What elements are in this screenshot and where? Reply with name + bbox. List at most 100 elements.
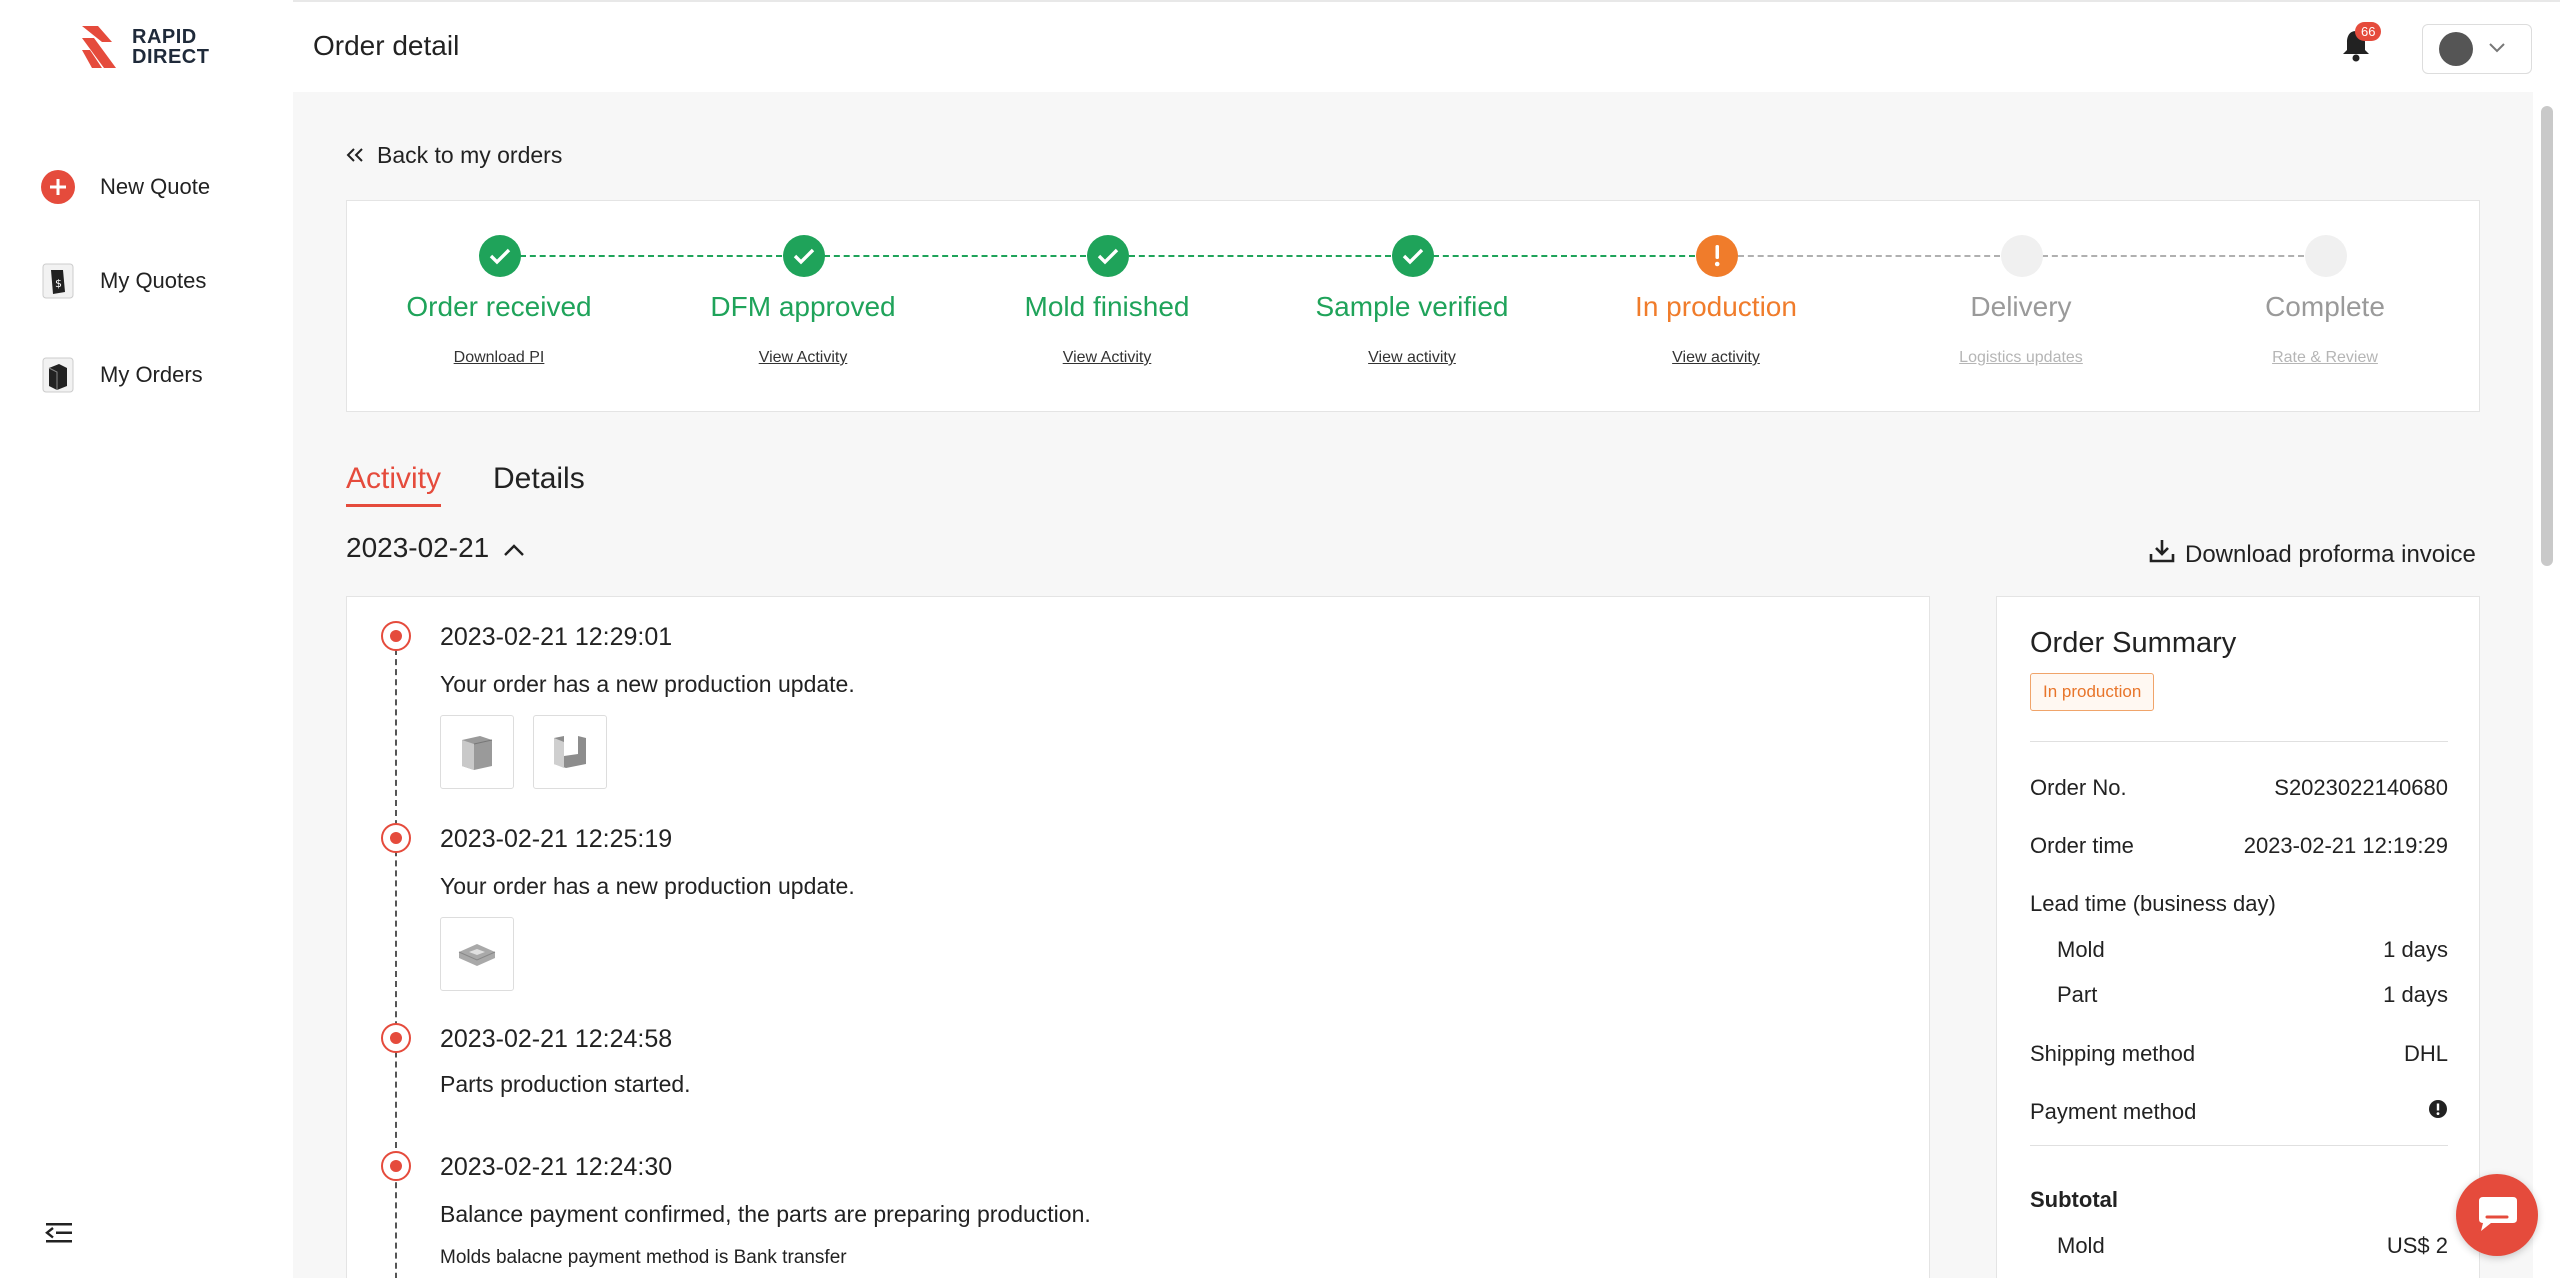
sidebar-nav: New Quote $ My Quotes My Orders bbox=[40, 140, 210, 422]
payment-method-label: Payment method bbox=[2030, 1099, 2197, 1124]
sidebar: RAPID DIRECT New Quote $ My Quotes My Or… bbox=[0, 0, 293, 1278]
view-activity-link[interactable]: View Activity bbox=[673, 349, 933, 367]
orders-doc-icon bbox=[40, 357, 76, 393]
avatar bbox=[2439, 32, 2473, 66]
order-number-label: Order No. bbox=[2030, 775, 2127, 800]
top-header: Order detail 66 bbox=[293, 0, 2560, 92]
rate-review-link[interactable]: Rate & Review bbox=[2195, 349, 2455, 367]
pending-step-icon bbox=[2001, 235, 2043, 277]
part-thumbnail[interactable] bbox=[440, 715, 514, 789]
divider bbox=[2030, 1145, 2448, 1146]
info-icon[interactable] bbox=[2428, 1099, 2448, 1125]
payment-method-row: Payment method bbox=[2030, 1099, 2448, 1125]
step-connector bbox=[1738, 255, 2000, 257]
subtotal-mold-value: US$ 2 bbox=[2386, 1233, 2448, 1258]
tab-details[interactable]: Details bbox=[493, 462, 585, 507]
logistics-updates-link[interactable]: Logistics updates bbox=[1891, 349, 2151, 367]
svg-text:$: $ bbox=[55, 277, 62, 290]
double-chevron-left-icon bbox=[345, 142, 365, 169]
tab-activity[interactable]: Activity bbox=[346, 462, 442, 507]
step-title: In production bbox=[1635, 291, 1797, 322]
subtotal-mold-row: Mold US$ 2 bbox=[2057, 1233, 2448, 1259]
step-connector bbox=[1433, 255, 1695, 257]
lead-time-row: Lead time (business day) bbox=[2030, 891, 2448, 917]
quotes-doc-icon: $ bbox=[40, 263, 76, 299]
date-group-toggle[interactable]: 2023-02-21 bbox=[346, 532, 525, 564]
entry-message: Parts production started. bbox=[440, 1071, 691, 1097]
entry-time: 2023-02-21 12:29:01 bbox=[440, 623, 673, 651]
chevron-down-icon bbox=[2489, 40, 2505, 58]
shipping-method-value: DHL bbox=[2403, 1041, 2448, 1066]
order-number-value: S2023022140680 bbox=[2274, 775, 2448, 800]
timeline-dot-icon bbox=[381, 1023, 411, 1053]
entry-message: Your order has a new production update. bbox=[440, 671, 855, 697]
subtotal-mold-label: Mold bbox=[2057, 1233, 2105, 1258]
part-thumbnail[interactable] bbox=[533, 715, 607, 789]
sidebar-item-new-quote[interactable]: New Quote bbox=[40, 140, 210, 234]
brand-name-line2: DIRECT bbox=[132, 46, 210, 68]
tab-bar: Activity Details bbox=[346, 462, 585, 507]
step-connector bbox=[824, 255, 1086, 257]
timeline-line bbox=[395, 639, 397, 1278]
part-model-icon bbox=[458, 944, 496, 966]
download-pi-link[interactable]: Download PI bbox=[369, 349, 629, 367]
download-proforma-invoice-button[interactable]: Download proforma invoice bbox=[2149, 538, 2476, 571]
step-title: Order received bbox=[406, 291, 592, 322]
pending-step-icon bbox=[2305, 235, 2347, 277]
activity-date: 2023-02-21 bbox=[346, 532, 490, 563]
sidebar-item-my-quotes[interactable]: $ My Quotes bbox=[40, 234, 210, 328]
order-number-row: Order No. S2023022140680 bbox=[2030, 775, 2448, 801]
view-activity-link[interactable]: View activity bbox=[1282, 349, 1542, 367]
summary-title: Order Summary bbox=[2030, 627, 2237, 659]
mold-lead-row: Mold 1 days bbox=[2057, 937, 2448, 963]
notification-badge: 66 bbox=[2355, 22, 2382, 41]
brand-logo[interactable]: RAPID DIRECT bbox=[80, 24, 209, 70]
entry-time: 2023-02-21 12:24:58 bbox=[440, 1025, 673, 1053]
mold-lead-label: Mold bbox=[2057, 937, 2105, 962]
part-lead-value: 1 days bbox=[2383, 982, 2448, 1007]
order-time-value: 2023-02-21 12:19:29 bbox=[2243, 833, 2448, 858]
part-model-icon bbox=[554, 736, 586, 768]
collapse-sidebar-icon[interactable] bbox=[44, 1218, 74, 1248]
scrollbar-thumb[interactable] bbox=[2541, 106, 2553, 566]
step-title: Complete bbox=[2265, 291, 2385, 322]
entry-message: Balance payment confirmed, the parts are… bbox=[440, 1201, 1091, 1227]
order-summary: Order Summary In production Order No. S2… bbox=[1996, 596, 2480, 1278]
order-progress-stepper: Order received Download PI DFM approved … bbox=[346, 200, 2480, 412]
entry-note: Molds balacne payment method is Bank tra… bbox=[440, 1247, 847, 1268]
back-link-label: Back to my orders bbox=[377, 142, 563, 168]
part-lead-row: Part 1 days bbox=[2057, 982, 2448, 1008]
step-connector bbox=[1129, 255, 1391, 257]
part-thumbnail[interactable] bbox=[440, 917, 514, 991]
step-connector bbox=[2042, 255, 2304, 257]
timeline-dot-icon bbox=[381, 1151, 411, 1181]
check-icon bbox=[479, 235, 521, 277]
plus-circle-icon bbox=[40, 169, 76, 205]
chevron-up-icon bbox=[503, 532, 525, 564]
view-activity-link[interactable]: View activity bbox=[1586, 349, 1846, 367]
sidebar-item-my-orders[interactable]: My Orders bbox=[40, 328, 210, 422]
sidebar-item-label: My Orders bbox=[100, 362, 203, 387]
exclamation-icon bbox=[1696, 235, 1738, 277]
sidebar-item-label: New Quote bbox=[100, 174, 211, 199]
timeline-dot-icon bbox=[381, 823, 411, 853]
chat-support-button[interactable] bbox=[2456, 1174, 2538, 1256]
lead-time-label: Lead time (business day) bbox=[2030, 891, 2276, 916]
step-connector bbox=[520, 255, 782, 257]
step-title: DFM approved bbox=[710, 291, 896, 322]
entry-message: Your order has a new production update. bbox=[440, 873, 855, 899]
check-icon bbox=[783, 235, 825, 277]
user-menu[interactable] bbox=[2422, 24, 2532, 74]
brand-name-line1: RAPID bbox=[132, 26, 197, 48]
shipping-method-label: Shipping method bbox=[2030, 1041, 2196, 1066]
activity-timeline: 2023-02-21 12:29:01 Your order has a new… bbox=[346, 596, 1930, 1278]
page-scrollbar[interactable] bbox=[2533, 92, 2560, 1278]
back-to-orders-link[interactable]: Back to my orders bbox=[345, 142, 562, 169]
rapiddirect-logo-icon bbox=[82, 26, 116, 68]
check-icon bbox=[1392, 235, 1434, 277]
main-content: Back to my orders Order received Downloa… bbox=[293, 92, 2533, 1278]
order-time-row: Order time 2023-02-21 12:19:29 bbox=[2030, 833, 2448, 859]
divider bbox=[2030, 741, 2448, 742]
check-icon bbox=[1087, 235, 1129, 277]
view-activity-link[interactable]: View Activity bbox=[977, 349, 1237, 367]
